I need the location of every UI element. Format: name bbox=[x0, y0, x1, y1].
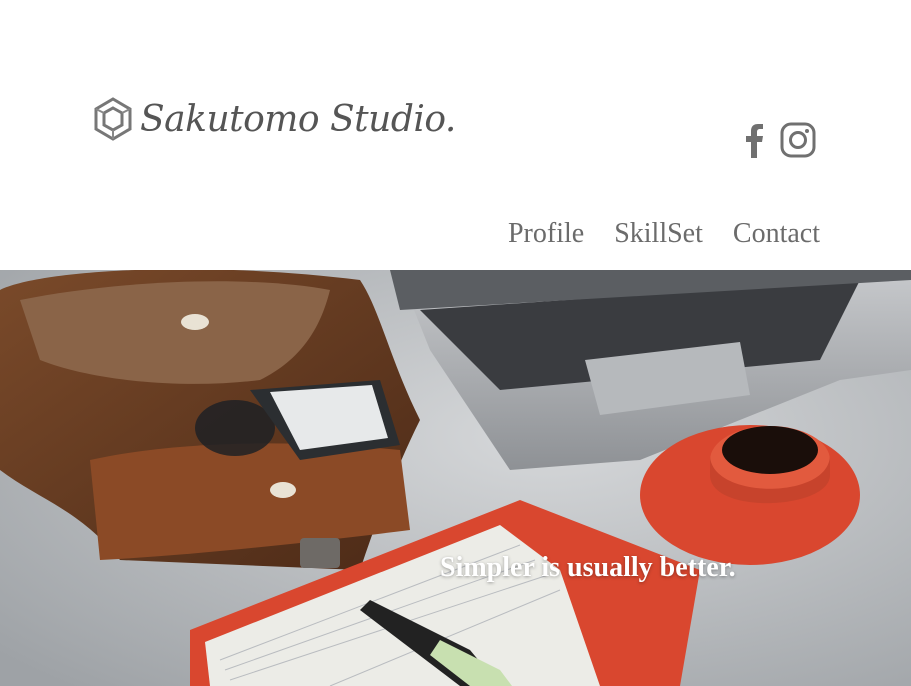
nav-contact[interactable]: Contact bbox=[733, 218, 820, 250]
site-header: Sakutomo Studio. Profile SkillSet Contac… bbox=[0, 0, 911, 270]
hero-tagline: Simpler is usually better. bbox=[440, 552, 736, 583]
nav-skillset[interactable]: SkillSet bbox=[614, 218, 703, 250]
hero-image bbox=[0, 270, 911, 686]
brand-logo[interactable]: Sakutomo Studio. bbox=[90, 96, 456, 142]
desk-photo-illustration bbox=[0, 270, 911, 686]
hexagon-logo-icon bbox=[94, 97, 132, 141]
main-nav: Profile SkillSet Contact bbox=[508, 218, 820, 250]
instagram-icon[interactable] bbox=[780, 122, 816, 158]
social-links bbox=[740, 120, 816, 160]
brand-name: Sakutomo Studio. bbox=[140, 98, 456, 140]
nav-profile[interactable]: Profile bbox=[508, 218, 584, 250]
facebook-icon[interactable] bbox=[740, 120, 766, 160]
